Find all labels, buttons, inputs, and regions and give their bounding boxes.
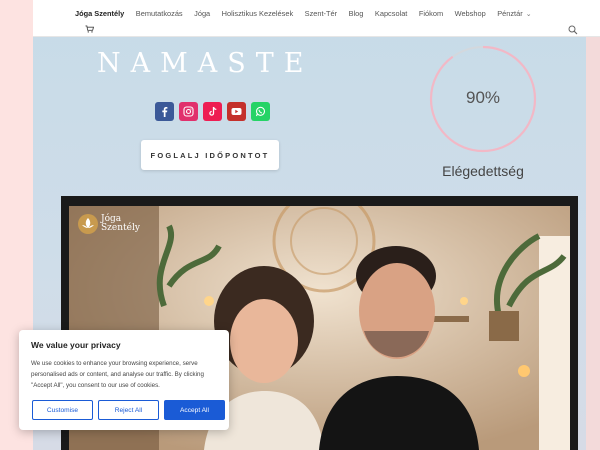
tiktok-icon[interactable] bbox=[203, 102, 222, 121]
cookie-text: We use cookies to enhance your browsing … bbox=[31, 360, 204, 389]
nav-item-kapcsolat[interactable]: Kapcsolat bbox=[375, 9, 407, 18]
cookie-title: We value your privacy bbox=[31, 340, 121, 350]
nav-item-joga[interactable]: Jóga bbox=[194, 9, 210, 18]
hero-title: NAMASTE bbox=[97, 48, 314, 79]
youtube-icon[interactable] bbox=[227, 102, 246, 121]
nav-item-penztar[interactable]: Pénztár ⌄ bbox=[497, 9, 531, 18]
nav-item-webshop[interactable]: Webshop bbox=[455, 9, 486, 18]
nav-item-joga-szentely[interactable]: Jóga Szentély bbox=[75, 9, 124, 18]
nav-item-holisztikus[interactable]: Holisztikus Kezelések bbox=[222, 9, 293, 18]
satisfaction-value: 90% bbox=[465, 88, 501, 107]
book-appointment-button[interactable]: FOGLALJ IDŐPONTOT bbox=[141, 140, 279, 170]
right-decor-band bbox=[586, 37, 600, 450]
main-nav: Jóga Szentély Bemutatkozás Jóga Holiszti… bbox=[75, 9, 543, 18]
instagram-icon[interactable] bbox=[179, 102, 198, 121]
nav-item-fiokom[interactable]: Fiókom bbox=[419, 9, 443, 18]
facebook-icon[interactable] bbox=[155, 102, 174, 121]
site-header: Jóga Szentély Bemutatkozás Jóga Holiszti… bbox=[33, 0, 600, 37]
lotus-logo-icon bbox=[78, 214, 98, 234]
chevron-down-icon: ⌄ bbox=[525, 11, 532, 18]
search-icon[interactable] bbox=[568, 25, 578, 35]
logo-line-2: Szentély bbox=[101, 223, 140, 233]
satisfaction-label: Elégedettség bbox=[442, 163, 524, 179]
brand-logo: Jóga Szentély bbox=[77, 213, 140, 235]
nav-item-penztar-label: Pénztár bbox=[497, 9, 523, 18]
cookie-consent-banner: We value your privacy We use cookies to … bbox=[19, 330, 229, 430]
nav-item-blog[interactable]: Blog bbox=[349, 9, 364, 18]
customise-button[interactable]: Customise bbox=[32, 400, 93, 420]
cart-icon[interactable] bbox=[85, 25, 94, 33]
nav-item-bemutatkozas[interactable]: Bemutatkozás bbox=[136, 9, 183, 18]
nav-item-szent-ter[interactable]: Szent-Tér bbox=[305, 9, 337, 18]
whatsapp-icon[interactable] bbox=[251, 102, 270, 121]
cookie-buttons: Customise Reject All Accept All bbox=[32, 400, 225, 420]
social-links bbox=[155, 102, 270, 121]
reject-all-button[interactable]: Reject All bbox=[98, 400, 159, 420]
accept-all-button[interactable]: Accept All bbox=[164, 400, 225, 420]
